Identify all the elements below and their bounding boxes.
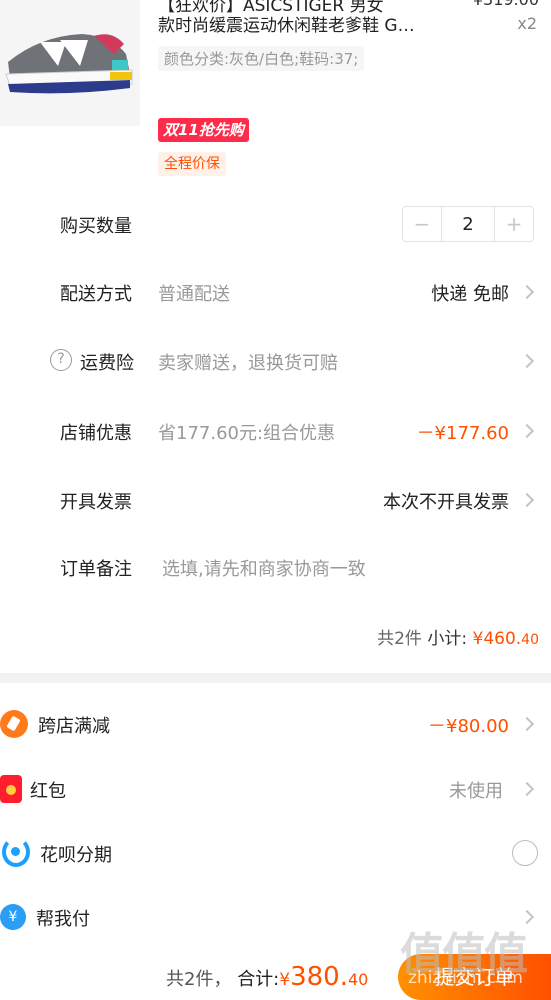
remark-input[interactable]: 选填,请先和商家协商一致	[162, 555, 366, 581]
insurance-label: 运费险	[80, 353, 134, 374]
increase-button[interactable]: +	[495, 207, 533, 241]
price-protect-tag: 全程价保	[158, 152, 226, 176]
help-pay-icon: ¥	[0, 904, 26, 930]
invoice-label: 开具发票	[60, 492, 132, 513]
total-dec: 40	[347, 970, 369, 989]
subtotal-yen: ¥	[472, 629, 484, 649]
redpacket-label: 红包	[30, 781, 66, 802]
subtotal-int: 460.	[483, 629, 522, 649]
delivery-value[interactable]: 快递 免邮	[431, 280, 509, 306]
total-yen: ¥	[279, 970, 291, 990]
delivery-sub: 普通配送	[158, 284, 230, 305]
total-label: 合计:	[237, 969, 280, 990]
subtotal-dec: 40	[521, 632, 539, 648]
total: 共2件， 合计:¥380.40	[166, 962, 368, 992]
subtotal-count: 共2件	[377, 629, 422, 649]
redpacket-value[interactable]: 未使用	[449, 777, 503, 803]
decrease-button[interactable]: −	[403, 207, 441, 241]
sneaker-image	[0, 0, 140, 126]
watermark-site: zhizhizhi.com	[408, 968, 523, 988]
product-image[interactable]	[0, 0, 140, 126]
quantity-label: 购买数量	[60, 216, 132, 237]
product-price: ¥319.00	[473, 0, 539, 9]
subtotal-label: 小计:	[427, 629, 468, 649]
subtotal: 共2件 小计: ¥460.40	[377, 624, 539, 649]
huabei-icon	[2, 837, 30, 867]
store-discount-value[interactable]: －¥177.60	[417, 419, 509, 445]
invoice-value[interactable]: 本次不开具发票	[383, 488, 509, 514]
red-packet-icon	[0, 775, 22, 803]
helppay-label: 帮我付	[36, 909, 90, 930]
quantity-value[interactable]: 2	[441, 207, 495, 241]
store-discount-label: 店铺优惠	[60, 423, 132, 444]
product-title-line2[interactable]: 款时尚缓震运动休闲鞋老爹鞋 G…	[158, 12, 448, 40]
cross-store-label: 跨店满减	[38, 716, 110, 737]
huabei-radio[interactable]	[512, 840, 538, 866]
insurance-sub: 卖家赠送，退换货可赔	[158, 353, 338, 374]
product-sku[interactable]: 颜色分类:灰色/白色;鞋码:37;	[158, 46, 365, 71]
discount-tag-icon	[0, 710, 28, 738]
quantity-stepper[interactable]: − 2 +	[402, 206, 534, 242]
store-discount-sub: 省177.60元:组合优惠	[158, 423, 336, 444]
product-quantity: x2	[517, 14, 537, 33]
promo-tag: 双11抢先购	[158, 118, 249, 142]
total-count: 共2件，	[166, 969, 232, 990]
remark-label: 订单备注	[60, 559, 132, 580]
help-icon[interactable]: ?	[50, 349, 72, 371]
total-int: 380.	[290, 962, 348, 992]
cross-store-value[interactable]: －¥80.00	[428, 712, 509, 738]
delivery-label: 配送方式	[60, 284, 132, 305]
huabei-label: 花呗分期	[40, 845, 112, 866]
